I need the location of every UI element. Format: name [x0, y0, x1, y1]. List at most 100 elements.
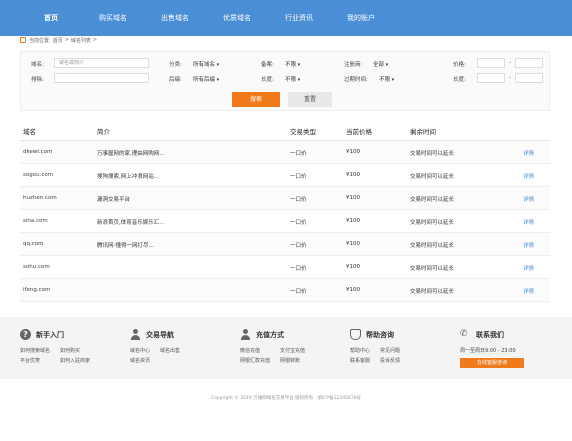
trade-type-cell: 一口价 — [290, 220, 307, 226]
table-header: 域名 简介 交易类型 当前价格 剩余时间 — [20, 119, 550, 141]
detail-link[interactable]: 详情 — [523, 149, 534, 157]
domain-cell[interactable]: sogou.com — [23, 172, 53, 178]
length-select[interactable]: 不限 — [285, 75, 300, 83]
price-cell: ¥100 — [346, 241, 360, 247]
footer-link[interactable]: 域名出售 — [160, 347, 180, 354]
registrar-label: 注册商: — [344, 62, 363, 68]
footer-link[interactable]: 支付宝充值 — [280, 347, 305, 354]
online-service-button[interactable]: 在线客服咨询 — [460, 358, 524, 368]
nav-sell-domain[interactable]: 出售域名 — [144, 13, 206, 23]
price-cell: ¥100 — [346, 264, 360, 270]
footer-link[interactable]: 域名中心 — [130, 347, 150, 354]
length-dash: - — [509, 75, 511, 81]
table-row: huzhen.com 漏洞交易平台 一口价 ¥100 交易时间可以延长 详情 — [20, 187, 550, 210]
detail-link[interactable]: 详情 — [523, 172, 534, 180]
description-cell: 新浪首页,体育音乐娱乐汇... — [97, 220, 165, 226]
price-cell: ¥100 — [346, 172, 360, 178]
footer-title-recharge: 充值方式 — [256, 330, 284, 339]
registrar-select[interactable]: 全部 — [373, 60, 388, 68]
footer-link[interactable]: 如何搜索域名 — [20, 347, 50, 354]
remaining-time-cell: 交易时间可以延长 — [410, 174, 455, 180]
price-cell: ¥100 — [346, 287, 360, 293]
footer-link[interactable]: 平台优势 — [20, 357, 50, 364]
domain-cell[interactable]: ifeng.com — [23, 287, 50, 293]
suffix-label: 后缀: — [169, 77, 182, 83]
footer-link[interactable]: 网银转账 — [280, 357, 305, 364]
exclude-input[interactable] — [54, 73, 149, 83]
trade-type-cell: 一口价 — [290, 243, 307, 249]
table-row: qq.com 腾讯网-懂得一网打尽... 一口价 ¥100 交易时间可以延长 详情 — [20, 233, 550, 256]
domain-cell[interactable]: sina.com — [23, 218, 48, 224]
footer-link[interactable]: 投诉反馈 — [380, 357, 400, 364]
length-label: 长度: — [261, 77, 274, 83]
footer-link[interactable]: 如何购买 — [60, 347, 90, 354]
footer-link[interactable]: 网银汇款充值 — [240, 357, 270, 364]
breadcrumb-prefix: 当前位置: — [29, 37, 51, 44]
trade-type-cell: 一口价 — [290, 197, 307, 203]
detail-link[interactable]: 详情 — [523, 287, 534, 295]
footer-link[interactable]: 域名资讯 — [130, 357, 150, 364]
user-icon — [240, 329, 251, 340]
registered-label: 备案: — [261, 62, 274, 68]
breadcrumb-home[interactable]: 首页 — [53, 37, 63, 44]
nav-buy-domain[interactable]: 购买域名 — [82, 13, 144, 23]
header-domain: 域名 — [23, 128, 36, 136]
table-row: dkewl.com 万事屋网的家,理由网购网... 一口价 ¥100 交易时间可以延长 详… — [20, 141, 550, 164]
description-cell: 漏洞交易平台 — [97, 197, 131, 203]
header-remaining-time: 剩余时间 — [410, 128, 436, 136]
nav-news[interactable]: 行业资讯 — [268, 13, 330, 23]
detail-link[interactable]: 详情 — [523, 241, 534, 249]
price-cell: ¥100 — [346, 195, 360, 201]
nav-home[interactable]: 首页 — [20, 13, 82, 23]
domain-cell[interactable]: dkewl.com — [23, 149, 52, 155]
top-nav: 首页 购买域名 出售域名 优质域名 行业资讯 我的账户 — [0, 0, 572, 36]
price-label: 价格: — [453, 62, 466, 68]
reset-button[interactable]: 重置 — [288, 92, 332, 107]
description-cell: 搜狗搜索,网上冲浪网站... — [97, 174, 159, 180]
phone-icon: ✆ — [460, 329, 468, 339]
footer-link[interactable]: 如何入驻商家 — [60, 357, 90, 364]
keyword-input[interactable]: 域名或简介 — [54, 58, 149, 68]
category-select[interactable]: 所有域名 — [193, 60, 219, 68]
search-button[interactable]: 搜索 — [232, 92, 280, 107]
nav-premium-domain[interactable]: 优质域名 — [206, 13, 268, 23]
footer-link[interactable]: 常见问题 — [380, 347, 400, 354]
detail-link[interactable]: 详情 — [523, 218, 534, 226]
header-description: 简介 — [97, 128, 110, 136]
price-cell: ¥100 — [346, 149, 360, 155]
footer-link[interactable]: 帮助中心 — [350, 347, 370, 354]
price-min-input[interactable] — [477, 58, 505, 68]
filter-panel: 域名: 域名或简介 分类: 所有域名 备案: 不限 注册商: 全部 价格: - … — [20, 51, 550, 111]
breadcrumb-sep: > — [64, 37, 69, 43]
footer-link[interactable]: 微信充值 — [240, 347, 270, 354]
price-max-input[interactable] — [515, 58, 543, 68]
registered-select[interactable]: 不限 — [285, 60, 300, 68]
breadcrumb-current: 域名列表 — [70, 37, 91, 44]
domain-cell[interactable]: huzhen.com — [23, 195, 57, 201]
suffix-select[interactable]: 所有后缀 — [193, 75, 219, 83]
detail-link[interactable]: 详情 — [523, 264, 534, 272]
header-trade-type: 交易类型 — [290, 128, 316, 136]
length-max-input[interactable] — [515, 73, 543, 83]
footer-col-contact: ✆ 联系我们 周一至周日9:00 - 23:00 在线客服咨询 — [460, 329, 524, 368]
expire-label: 过期时间: — [344, 77, 368, 83]
trade-type-cell: 一口价 — [290, 151, 307, 157]
filter-row-2: 排除: 后缀: 所有后缀 长度: 不限 过期时间: 不限 长度: - — [21, 72, 551, 84]
expire-select[interactable]: 不限 — [379, 75, 394, 83]
trade-type-cell: 一口价 — [290, 289, 307, 295]
length2-label: 长度: — [453, 77, 466, 83]
table-row: sohu.com 一口价 ¥100 交易时间可以延长 详情 — [20, 256, 550, 279]
breadcrumb-arrow: > — [92, 37, 98, 43]
length-min-input[interactable] — [477, 73, 505, 83]
exclude-label: 排除: — [31, 77, 44, 83]
domain-cell[interactable]: sohu.com — [23, 264, 50, 270]
footer-col-trade: 交易导航 域名中心 域名出售 域名资讯 — [130, 329, 180, 364]
domain-cell[interactable]: qq.com — [23, 241, 43, 247]
question-icon: ? — [20, 329, 31, 340]
filter-row-1: 域名: 域名或简介 分类: 所有域名 备案: 不限 注册商: 全部 价格: - — [21, 57, 551, 69]
detail-link[interactable]: 详情 — [523, 195, 534, 203]
nav-my-account[interactable]: 我的账户 — [330, 13, 392, 23]
remaining-time-cell: 交易时间可以延长 — [410, 266, 455, 272]
footer-link[interactable]: 联系客服 — [350, 357, 370, 364]
home-icon — [20, 37, 26, 43]
